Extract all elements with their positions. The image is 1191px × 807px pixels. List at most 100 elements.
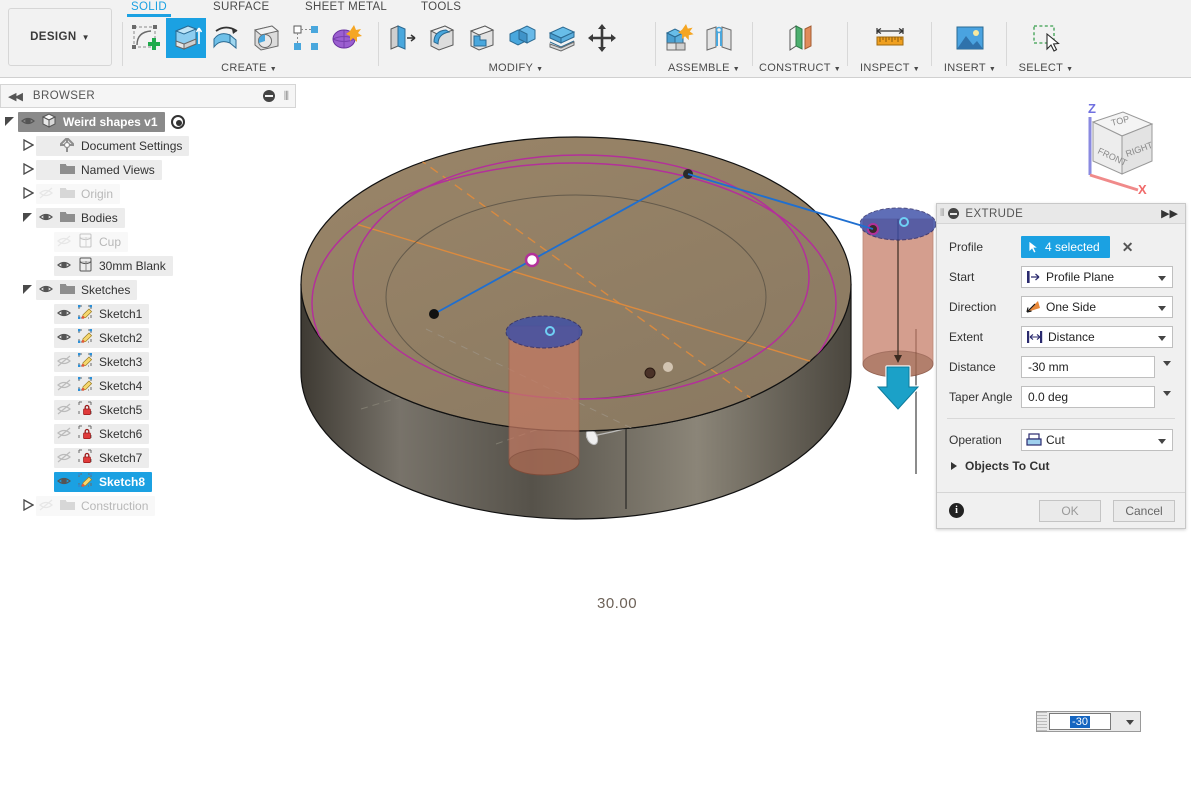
tree-item-sketch8[interactable]: Sketch8 [0, 470, 296, 494]
activate-component-radio[interactable] [170, 115, 185, 129]
chevron-right-icon[interactable] [22, 162, 36, 177]
chevron-right-icon[interactable] [22, 186, 36, 201]
sweep-icon[interactable] [246, 18, 286, 58]
tree-item-sketches[interactable]: Sketches [0, 278, 296, 302]
tree-item-named-views[interactable]: Named Views [0, 158, 296, 182]
minimize-icon[interactable] [948, 208, 960, 219]
revolve-icon[interactable] [206, 18, 246, 58]
tree-item-content[interactable]: Weird shapes v1 [18, 112, 165, 132]
chevron-down-icon[interactable] [1158, 439, 1166, 444]
panel-insert-label[interactable]: INSERT ▼ [935, 62, 1005, 74]
direction-combo[interactable]: One Side [1021, 296, 1173, 318]
objects-to-cut-expander[interactable]: Objects To Cut [937, 455, 1185, 477]
info-icon[interactable]: i [949, 503, 964, 518]
chevron-down-icon[interactable] [1163, 391, 1171, 396]
new-component-icon[interactable] [659, 18, 699, 58]
close-icon[interactable]: ✕ [1122, 239, 1134, 256]
tab-tools[interactable]: TOOLS [421, 1, 461, 13]
tree-item-origin[interactable]: Origin [0, 182, 296, 206]
tree-item-sketch1[interactable]: Sketch1 [0, 302, 296, 326]
tree-item-content[interactable]: 30mm Blank [54, 256, 173, 276]
tree-item-content[interactable]: Sketch3 [54, 352, 150, 372]
tree-item-30mm-blank[interactable]: 30mm Blank [0, 254, 296, 278]
taper-angle-input[interactable]: 0.0 deg [1021, 386, 1171, 408]
offset-plane-icon[interactable] [780, 18, 820, 58]
tree-item-content[interactable]: Sketches [36, 280, 138, 300]
visibility-toggle-on[interactable] [54, 258, 74, 275]
start-combo[interactable]: Profile Plane [1021, 266, 1173, 288]
tree-item-cup[interactable]: Cup [0, 230, 296, 254]
chevron-down-icon[interactable] [1126, 720, 1134, 725]
chevron-down-icon[interactable] [22, 283, 36, 297]
tree-item-weird-shapes-v1[interactable]: Weird shapes v1 [0, 110, 296, 134]
visibility-toggle-on[interactable] [18, 114, 38, 131]
resize-grip-icon[interactable]: ⦀ [284, 89, 289, 104]
panel-construct-label[interactable]: CONSTRUCT ▼ [756, 62, 844, 74]
panel-modify-label[interactable]: MODIFY ▼ [382, 62, 650, 74]
tree-item-construction[interactable]: Construction [0, 494, 296, 518]
chevron-down-icon[interactable] [1163, 361, 1171, 366]
tree-item-sketch6[interactable]: Sketch6 [0, 422, 296, 446]
chevron-right-icon[interactable] [22, 498, 36, 513]
expand-right-icon[interactable]: ▶▶ [1161, 207, 1178, 220]
chevron-right-icon[interactable] [22, 138, 36, 153]
visibility-toggle-off[interactable] [54, 402, 74, 419]
tab-solid[interactable]: SOLID [126, 1, 172, 17]
tree-item-content[interactable]: Bodies [36, 208, 125, 228]
extrude-dialog-header[interactable]: ⦀ EXTRUDE ▶▶ [937, 204, 1185, 224]
panel-create-label[interactable]: CREATE ▼ [126, 62, 372, 74]
operation-combo[interactable]: Cut [1021, 429, 1173, 451]
chevron-down-icon[interactable] [1158, 276, 1166, 281]
extrude-icon[interactable] [166, 18, 206, 58]
visibility-toggle-off[interactable] [36, 498, 56, 515]
tab-sheet-metal[interactable]: SHEET METAL [305, 1, 387, 13]
cancel-button[interactable]: Cancel [1113, 499, 1175, 522]
tree-item-content[interactable]: Sketch5 [54, 400, 150, 420]
tree-item-content[interactable]: Sketch6 [54, 424, 150, 444]
chevron-down-icon[interactable] [1158, 336, 1166, 341]
fillet-icon[interactable] [422, 18, 462, 58]
tree-item-content[interactable]: Document Settings [36, 136, 190, 156]
tree-item-content[interactable]: Sketch7 [54, 448, 150, 468]
panel-select-label[interactable]: SELECT ▼ [1010, 62, 1082, 74]
minimize-icon[interactable] [263, 90, 275, 102]
new-sketch-icon[interactable] [126, 18, 166, 58]
profile-select-button[interactable]: 4 selected [1021, 236, 1110, 258]
collapse-left-icon[interactable]: ◀◀ [8, 90, 23, 103]
tree-item-content[interactable]: Cup [54, 232, 129, 252]
manipulator-distance-input[interactable]: -30 [1036, 711, 1141, 732]
tree-item-content[interactable]: Named Views [36, 160, 162, 180]
tree-item-document-settings[interactable]: Document Settings [0, 134, 296, 158]
joint-icon[interactable] [699, 18, 739, 58]
tree-item-content[interactable]: Sketch8 [54, 472, 153, 492]
extent-combo[interactable]: Distance [1021, 326, 1173, 348]
press-pull-icon[interactable] [382, 18, 422, 58]
visibility-toggle-on[interactable] [54, 474, 74, 491]
combine-icon[interactable] [502, 18, 542, 58]
visibility-toggle-off[interactable] [54, 354, 74, 371]
tree-item-sketch3[interactable]: Sketch3 [0, 350, 296, 374]
tree-item-content[interactable]: Sketch1 [54, 304, 150, 324]
select-window-icon[interactable] [1026, 18, 1066, 58]
tree-item-sketch2[interactable]: Sketch2 [0, 326, 296, 350]
panel-assemble-label[interactable]: ASSEMBLE ▼ [659, 62, 749, 74]
visibility-toggle-off[interactable] [54, 378, 74, 395]
panel-inspect-label[interactable]: INSPECT ▼ [851, 62, 929, 74]
insert-image-icon[interactable] [950, 18, 990, 58]
shell-icon[interactable] [462, 18, 502, 58]
tree-item-content[interactable]: Sketch2 [54, 328, 150, 348]
visibility-toggle-on[interactable] [54, 306, 74, 323]
visibility-toggle-on[interactable] [54, 330, 74, 347]
pattern-icon[interactable] [286, 18, 326, 58]
tree-item-content[interactable]: Construction [36, 496, 156, 516]
manipulator-value-field[interactable]: -30 [1049, 713, 1111, 730]
move-copy-icon[interactable] [582, 18, 622, 58]
tree-item-bodies[interactable]: Bodies [0, 206, 296, 230]
visibility-toggle-off[interactable] [54, 426, 74, 443]
tree-item-content[interactable]: Sketch4 [54, 376, 150, 396]
ok-button[interactable]: OK [1039, 499, 1101, 522]
chevron-down-icon[interactable] [1158, 306, 1166, 311]
visibility-toggle-off[interactable] [54, 450, 74, 467]
chevron-down-icon[interactable] [22, 211, 36, 225]
distance-input[interactable]: -30 mm [1021, 356, 1171, 378]
